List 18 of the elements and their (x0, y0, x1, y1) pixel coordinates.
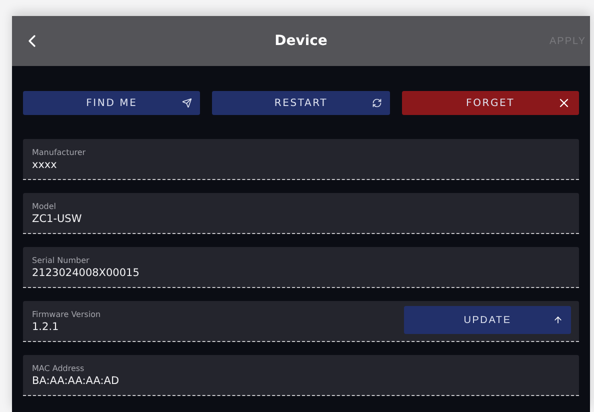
field-value: 1.2.1 (32, 320, 60, 332)
field-value: 2123024008X00015 (32, 266, 140, 278)
field-label: Serial Number (32, 256, 90, 264)
field-value: ZC1-USW (32, 212, 82, 224)
action-button[interactable]: FIND ME (23, 91, 200, 115)
field-label: MAC Address (32, 364, 86, 372)
field-value: xxxx (32, 158, 58, 170)
send-icon (182, 98, 192, 108)
field-value: BA:AA:AA:AA:AD (32, 374, 120, 386)
arrow-up-icon (553, 315, 563, 325)
field-label: Manufacturer (32, 148, 86, 156)
update-button[interactable]: UPDATE (404, 306, 571, 334)
field-label: Model (32, 202, 58, 210)
action-button[interactable]: FORGET (402, 91, 579, 115)
field-label: Firmware Version (32, 310, 101, 318)
refresh-icon (372, 98, 382, 108)
page-title: Device (274, 33, 328, 49)
action-button[interactable]: RESTART (212, 91, 390, 115)
